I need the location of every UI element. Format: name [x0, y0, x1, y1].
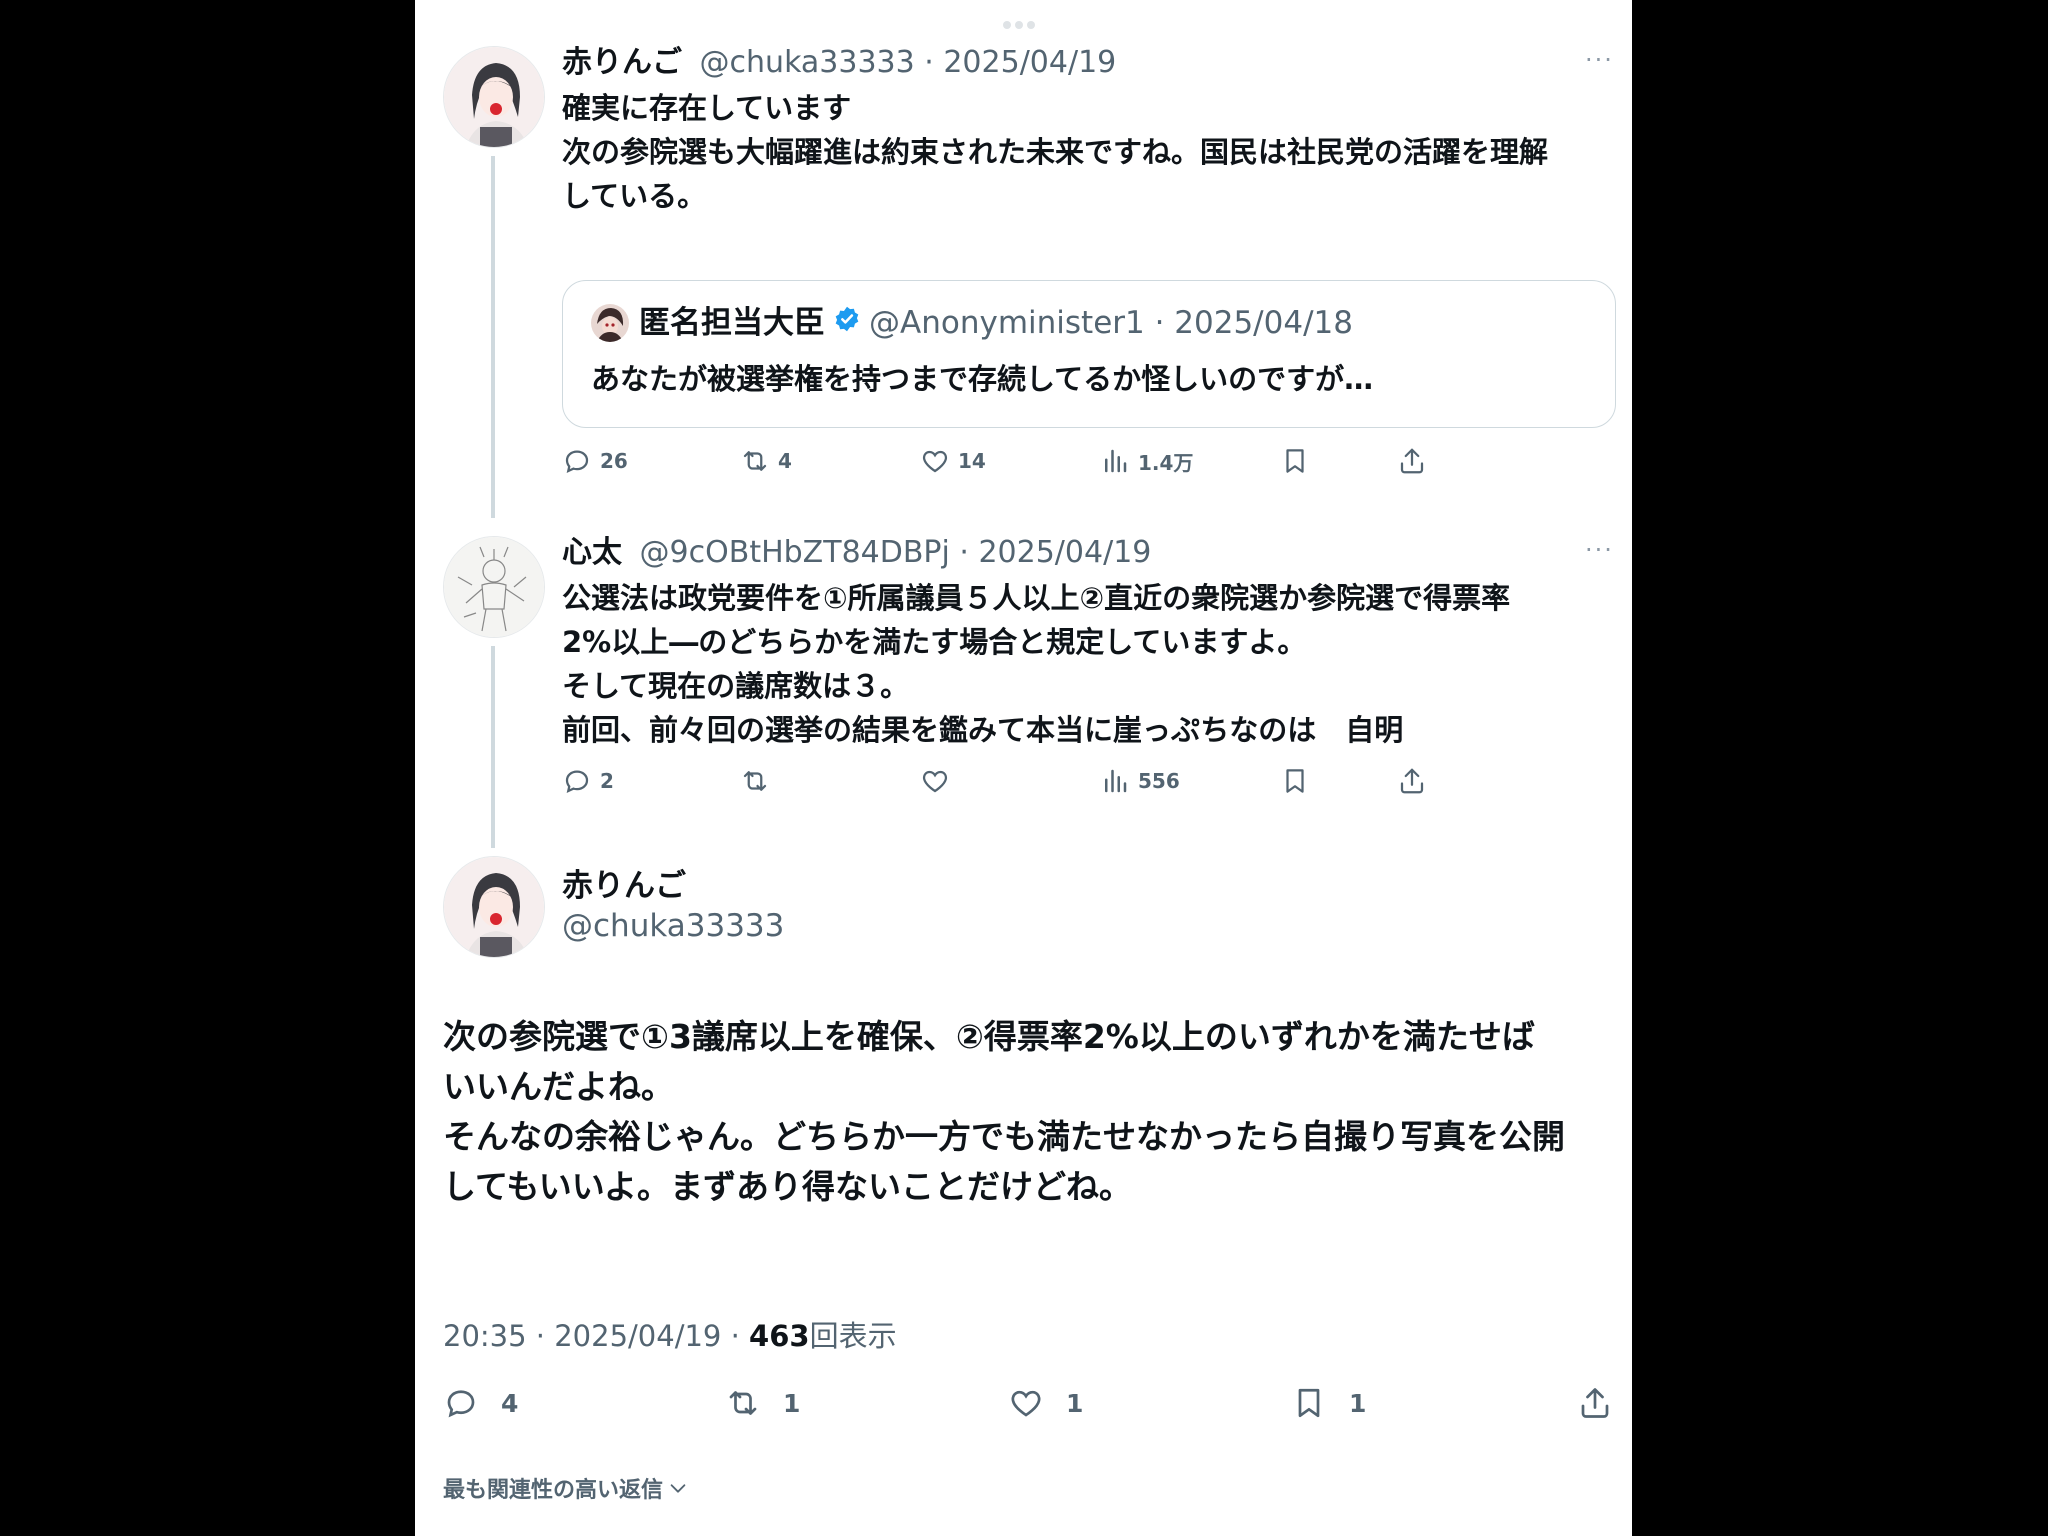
tweet-line: している。 [562, 179, 707, 213]
share-button[interactable] [1397, 766, 1435, 796]
tweet-line: 2%以上―のどちらかを満たす場合と規定していますよ。 [562, 625, 1307, 659]
views-button[interactable]: 1.4万 [1100, 446, 1193, 476]
quote-text: あなたが被選挙権を持つまで存続してるか怪しいのですが… [591, 362, 1374, 396]
views-label: 回表示 [809, 1319, 897, 1353]
tweet-timestamp: 20:35 · 2025/04/19 · 463回表示 [443, 1316, 897, 1356]
reply-icon [565, 450, 589, 473]
share-icon [1400, 768, 1424, 794]
verified-badge-icon [833, 303, 861, 343]
sheet-grabber[interactable] [1003, 14, 1043, 29]
tweet-line: してもいいよ。まずあり得ないことだけどね。 [443, 1167, 1133, 1206]
quote-header: 匿名担当大臣 @Anonyminister1 · 2025/04/18 [591, 303, 1353, 343]
tweet-line: 前回、前々回の選挙の結果を鑑みて本当に崖っぷちなのは 自明 [562, 713, 1404, 747]
tweet-line: そんなの余裕じゃん。どちらか一方でも満たせなかったら自撮り写真を公開 [443, 1117, 1565, 1156]
tweet-header: 心太 @9cOBtHbZT84DBPj · 2025/04/19 [562, 534, 1151, 572]
tweet-actions: 26 4 14 1.4万 [562, 446, 1622, 486]
bookmark-icon [1286, 769, 1304, 793]
main-tweet-actions: 4 1 1 1 [443, 1385, 1613, 1429]
bookmark-button[interactable]: 1 [1291, 1385, 1366, 1421]
heart-icon [922, 450, 948, 473]
share-button[interactable] [1397, 446, 1435, 476]
bookmark-icon [1286, 449, 1304, 473]
like-count: 1 [1066, 1388, 1084, 1418]
tweet-line: 次の参院選で①3議席以上を確保、②得票率2%以上のいずれかを満たせば [443, 1017, 1535, 1056]
views-count: 556 [1138, 769, 1180, 793]
thread-connector [491, 646, 495, 848]
tweet-line: そして現在の議席数は３。 [562, 669, 910, 703]
retweet-button[interactable] [740, 766, 778, 796]
reply-button[interactable]: 26 [562, 446, 628, 476]
tweet-line: 確実に存在しています [562, 91, 852, 125]
like-button[interactable]: 14 [920, 446, 986, 476]
share-icon [1581, 1388, 1609, 1418]
bookmark-count: 1 [1349, 1388, 1367, 1418]
more-icon[interactable]: ··· [1585, 536, 1614, 564]
time-date[interactable]: 20:35 · 2025/04/19 · [443, 1319, 749, 1353]
bookmark-button[interactable] [1280, 446, 1318, 476]
reply-button[interactable]: 2 [562, 766, 614, 796]
heart-icon [1011, 1390, 1041, 1417]
share-button[interactable] [1577, 1385, 1613, 1421]
handle-date[interactable]: @9cOBtHbZT84DBPj · 2025/04/19 [640, 535, 1152, 570]
bookmark-button[interactable] [1280, 766, 1318, 796]
like-button[interactable]: 1 [1008, 1385, 1083, 1421]
main-handle[interactable]: @chuka33333 [562, 906, 784, 946]
reply-icon [565, 770, 589, 793]
tweet-header: 赤りんご @chuka33333 · 2025/04/19 [562, 44, 1116, 82]
quote-handle-date: @Anonyminister1 · 2025/04/18 [869, 305, 1353, 341]
retweet-icon [743, 451, 767, 471]
share-icon [1400, 448, 1424, 474]
heart-icon [922, 770, 948, 793]
views-chart-icon [1105, 769, 1127, 793]
tweet-line: 次の参院選も大幅躍進は約束された未来ですね。国民は社民党の活躍を理解 [562, 135, 1549, 169]
retweet-button[interactable]: 4 [740, 446, 792, 476]
more-icon[interactable]: ··· [1585, 46, 1614, 74]
avatar[interactable] [443, 46, 545, 148]
tweet-text: 公選法は政党要件を①所属議員５人以上②直近の衆院選か参院選で得票率 2%以上―の… [562, 576, 1510, 752]
retweet-icon [729, 1391, 757, 1415]
retweet-button[interactable]: 1 [725, 1385, 800, 1421]
tweet-actions: 2 556 [562, 766, 1622, 806]
display-name[interactable]: 赤りんご [562, 45, 682, 80]
tweet-text: 確実に存在しています 次の参院選も大幅躍進は約束された未来ですね。国民は社民党の… [562, 86, 1548, 218]
avatar[interactable] [443, 536, 545, 638]
views-count: 1.4万 [1138, 450, 1194, 475]
views-button[interactable]: 556 [1100, 766, 1180, 796]
reply-count: 26 [600, 449, 628, 473]
like-count: 14 [958, 449, 986, 473]
handle-date[interactable]: @chuka33333 · 2025/04/19 [700, 45, 1117, 80]
tweet-line: 公選法は政党要件を①所属議員５人以上②直近の衆院選か参院選で得票率 [562, 581, 1511, 615]
display-name[interactable]: 心太 [562, 535, 622, 570]
quote-tweet-card[interactable]: 匿名担当大臣 @Anonyminister1 · 2025/04/18 あなたが… [562, 280, 1616, 428]
thread-connector [491, 156, 495, 518]
retweet-count: 4 [778, 449, 792, 473]
reply-sort-dropdown[interactable]: 最も関連性の高い返信 [443, 1472, 689, 1504]
reply-button[interactable]: 4 [443, 1385, 518, 1421]
chevron-down-icon [670, 1484, 686, 1493]
reply-count: 4 [501, 1388, 519, 1418]
main-display-name[interactable]: 赤りんご [562, 866, 686, 906]
quote-avatar [591, 304, 629, 342]
avatar[interactable] [443, 856, 545, 958]
bookmark-icon [1298, 1388, 1320, 1418]
like-button[interactable] [920, 766, 958, 796]
retweet-icon [743, 771, 767, 791]
quote-display-name: 匿名担当大臣 [639, 305, 825, 341]
sort-label: 最も関連性の高い返信 [443, 1478, 664, 1503]
views-chart-icon [1105, 449, 1127, 473]
reply-count: 2 [600, 769, 614, 793]
retweet-count: 1 [783, 1388, 801, 1418]
reply-icon [447, 1390, 475, 1418]
tweet-line: いいんだよね。 [443, 1067, 674, 1106]
tweet-detail-panel: 赤りんご @chuka33333 · 2025/04/19 ··· 確実に存在し… [415, 0, 1632, 1536]
main-tweet-text: 次の参院選で①3議席以上を確保、②得票率2%以上のいずれかを満たせば いいんだよ… [443, 1012, 1565, 1212]
view-count: 463 [749, 1319, 810, 1353]
